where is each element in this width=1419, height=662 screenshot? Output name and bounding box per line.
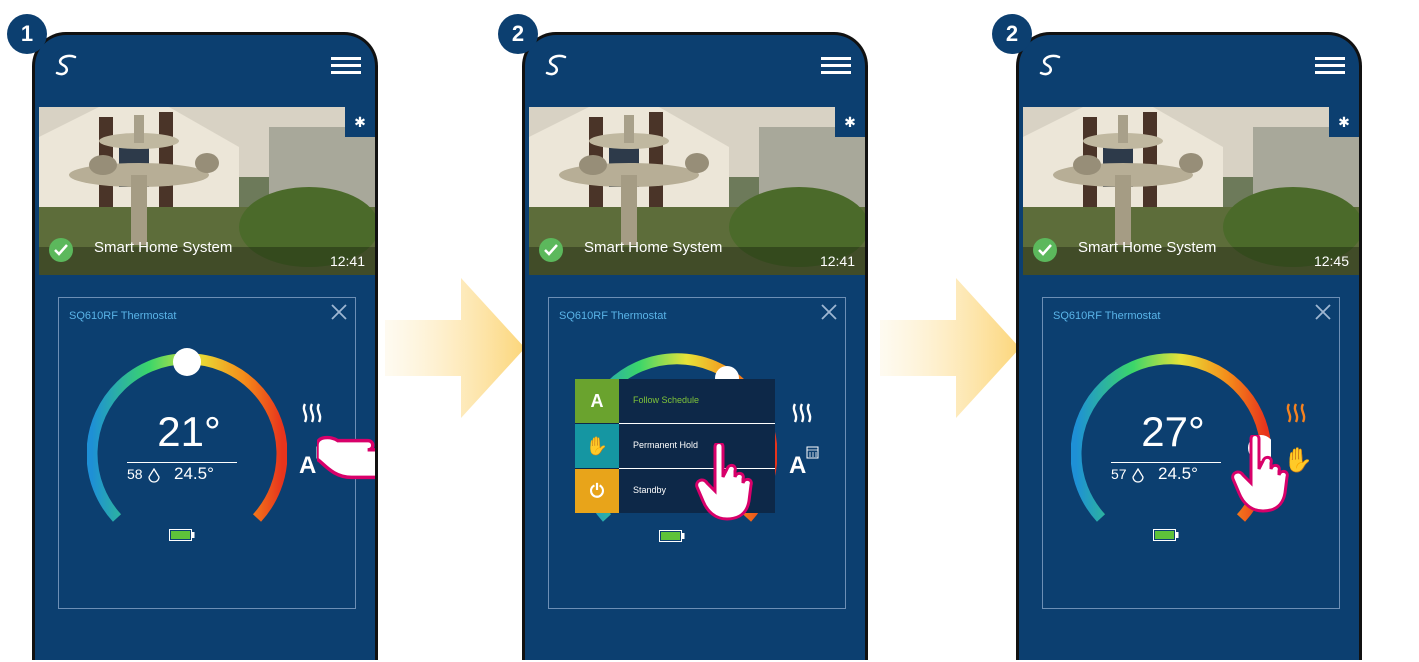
close-icon[interactable] [1313,302,1333,322]
phone-screen-1: ✱ Smart Home System 12:41 SQ610RF Thermo… [32,32,378,660]
settings-gear-icon[interactable]: ✱ [1329,107,1359,137]
dial-handle [173,348,201,376]
close-icon[interactable] [819,302,839,322]
salus-logo-icon [55,54,77,76]
current-temperature: 24.5° [174,464,214,483]
menu-item-label: Standby [633,485,667,495]
connected-check-icon [49,238,73,262]
hamburger-menu-icon[interactable] [1315,57,1345,75]
hand-icon: ✋ [575,424,619,468]
set-temperature: 21° [157,408,221,455]
battery-icon [169,529,195,541]
connected-check-icon [539,238,563,262]
svg-text:A: A [299,452,316,476]
humidity-drop-icon [148,468,160,483]
menu-item-label: Permanent Hold [633,440,699,450]
divider [1111,462,1221,463]
tapping-hand-icon [1231,435,1289,513]
phone-screen-3: ✱ Smart Home System 12:45 SQ610RF Thermo… [1016,32,1362,660]
clock-time: 12:41 [819,253,855,269]
humidity-value: 58 [127,466,143,482]
step-badge-3: 2 [992,14,1032,54]
hamburger-menu-icon[interactable] [331,57,361,75]
salus-logo-icon [545,54,567,76]
thermostat-card: SQ610RF Thermostat 21° 58 24.5° A [58,297,356,609]
schedule-mode-icon: A [575,379,619,423]
divider [127,462,237,463]
heating-icon [792,403,812,423]
settings-gear-icon[interactable]: ✱ [835,107,865,137]
close-icon[interactable] [329,302,349,322]
next-arrow-icon [880,278,1020,418]
menu-item-label: Follow Schedule [633,395,700,405]
battery-icon [659,529,685,542]
system-name: Smart Home System [94,239,233,256]
tapping-hand-icon [695,443,753,521]
clock-time: 12:45 [1313,253,1349,269]
home-photo: ✱ Smart Home System 12:45 [1023,107,1359,275]
step-badge-2: 2 [498,14,538,54]
home-photo: ✱ Smart Home System 12:41 [529,107,865,275]
battery-icon [1153,529,1179,541]
humidity-drop-icon [1132,468,1144,483]
system-name: Smart Home System [584,239,723,256]
home-photo: ✱ Smart Home System 12:41 [39,107,375,275]
step-badge-1: 1 [7,14,47,54]
salus-logo-icon [1039,54,1061,76]
heating-icon [1286,403,1306,423]
device-title: SQ610RF Thermostat [69,310,177,322]
hamburger-menu-icon[interactable] [821,57,851,75]
svg-text:A: A [789,452,806,476]
set-temperature: 27° [1141,408,1205,455]
current-temperature: 24.5° [1158,464,1198,483]
next-arrow-icon [385,278,525,418]
menu-item-follow-schedule[interactable]: A Follow Schedule [575,379,775,423]
phone-screen-2: ✱ Smart Home System 12:41 SQ610RF Thermo… [522,32,868,660]
humidity-value: 57 [1111,466,1127,482]
system-name: Smart Home System [1078,239,1217,256]
device-title: SQ610RF Thermostat [559,310,667,322]
settings-gear-icon[interactable]: ✱ [345,107,375,137]
schedule-mode-icon[interactable]: A [789,446,819,476]
connected-check-icon [1033,238,1057,262]
power-icon: ⏻ [575,469,619,513]
clock-time: 12:41 [329,253,365,269]
tapping-hand-icon [317,435,375,480]
device-title: SQ610RF Thermostat [1053,310,1161,322]
